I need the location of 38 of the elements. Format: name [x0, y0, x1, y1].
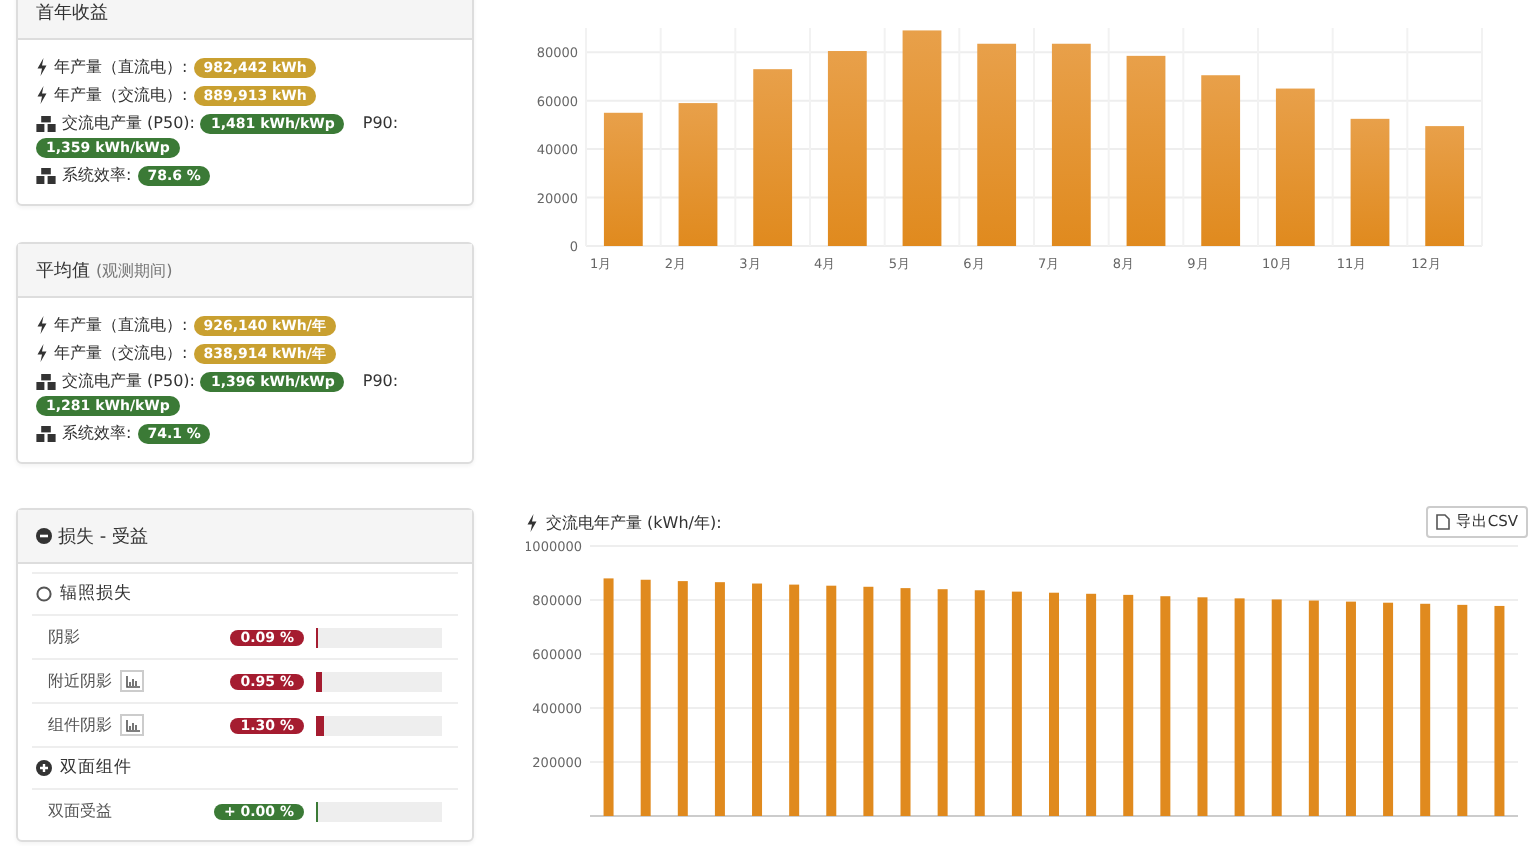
cubes-icon — [36, 373, 56, 389]
bar — [678, 103, 718, 246]
loss-label: 阴影 — [48, 626, 80, 648]
loss-label: 附近阴影 — [48, 670, 112, 692]
metric-label: P90: — [362, 370, 399, 392]
metric-label: 年产量（交流电）: — [54, 84, 188, 106]
lightning-icon — [526, 513, 538, 531]
cubes-icon — [36, 115, 56, 131]
minus-circle-icon — [36, 528, 52, 544]
file-icon — [1435, 514, 1450, 530]
bar — [603, 112, 643, 246]
metric-label: 交流电产量 (P50): — [62, 370, 195, 392]
card-title: 平均值 — [36, 259, 90, 283]
metric-label: 系统效率: — [62, 422, 132, 444]
metric-label: 年产量（直流电）: — [54, 314, 188, 336]
circle-icon — [36, 586, 52, 602]
bar-chart-icon — [125, 675, 139, 687]
bar — [1425, 126, 1465, 246]
bar — [1350, 118, 1390, 246]
metric-label: 年产量（交流电）: — [54, 342, 188, 364]
metric-label: 系统效率: — [62, 164, 132, 186]
loss-label: 组件阴影 — [48, 714, 112, 736]
group-title: 双面组件 — [60, 756, 132, 780]
cubes-icon — [36, 425, 56, 441]
chart-title: 交流电年产量 (kWh/年): — [546, 511, 722, 533]
chart-button[interactable] — [120, 670, 144, 692]
metric-label: P90: — [362, 112, 399, 134]
cubes-icon — [36, 167, 56, 183]
card-title: 损失 - 受益 — [58, 525, 148, 549]
chart-button[interactable] — [120, 714, 144, 736]
card-title: 首年收益 — [36, 1, 108, 25]
plus-circle-icon — [36, 760, 52, 776]
group-title: 辐照损失 — [60, 582, 132, 606]
metric-label: 交流电产量 (P50): — [62, 112, 195, 134]
metric-label: 年产量（直流电）: — [54, 56, 188, 78]
card-subtitle: (观测期间) — [96, 259, 173, 281]
bar-chart-icon — [125, 719, 139, 731]
loss-label: 双面受益 — [48, 800, 112, 822]
